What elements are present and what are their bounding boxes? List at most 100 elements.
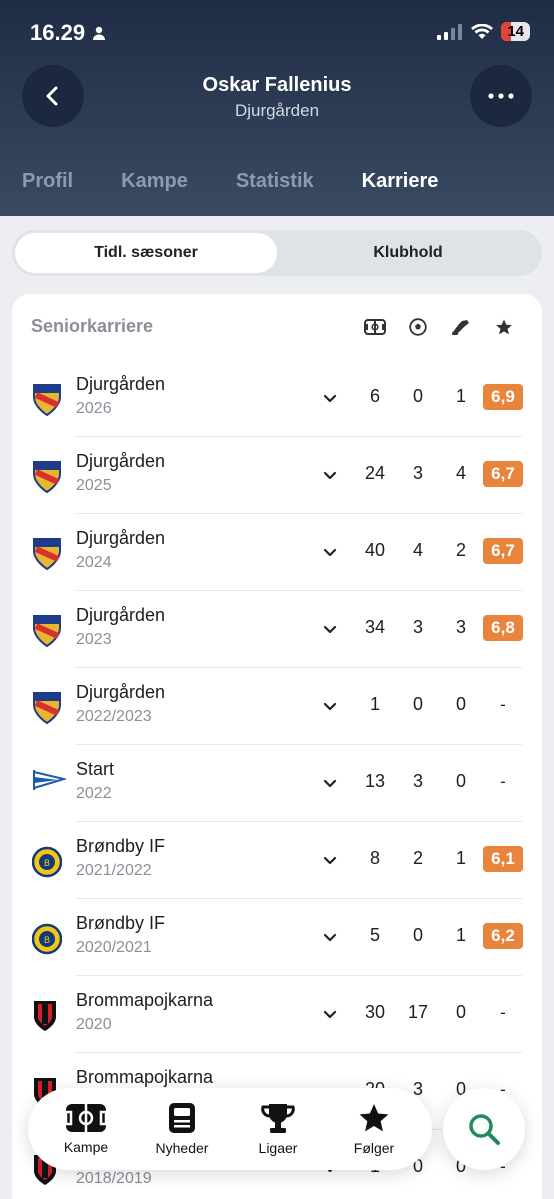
assists-value: 1 bbox=[455, 925, 466, 945]
matches-value: 30 bbox=[364, 1002, 386, 1022]
goals-value: 0 bbox=[412, 694, 423, 714]
goals-value: 3 bbox=[412, 617, 423, 637]
matches-value: 34 bbox=[364, 617, 386, 637]
career-row[interactable]: B Brøndby IF 2021/2022 8 2 1 6,1 bbox=[12, 822, 542, 899]
more-button[interactable] bbox=[470, 65, 532, 127]
assists-value: 0 bbox=[455, 1002, 466, 1022]
assists-value: 4 bbox=[455, 463, 466, 483]
tab-statistik[interactable]: Statistik bbox=[236, 170, 314, 193]
season: 2026 bbox=[76, 400, 112, 417]
club-name: Brommapojkarna bbox=[76, 990, 214, 1010]
season: 2021/2022 bbox=[76, 862, 152, 879]
matches-value: 40 bbox=[364, 540, 386, 560]
matches-value: 6 bbox=[369, 386, 380, 406]
club-crest-icon bbox=[32, 999, 62, 1033]
tab-profil[interactable]: Profil bbox=[22, 170, 73, 193]
assists-value: 0 bbox=[455, 694, 466, 714]
assists-value: 1 bbox=[455, 848, 466, 868]
club-crest-icon: B bbox=[31, 845, 63, 879]
assists-value: 3 bbox=[455, 617, 466, 637]
person-icon bbox=[93, 26, 106, 40]
career-row[interactable]: Djurgården 2025 24 3 4 6,7 bbox=[12, 437, 542, 514]
segment-previous-seasons[interactable]: Tidl. sæsoner bbox=[15, 233, 277, 273]
club-crest-icon bbox=[32, 768, 68, 802]
nav-nyheder[interactable]: Nyheder bbox=[137, 1102, 227, 1156]
wifi-icon bbox=[471, 23, 494, 39]
season: 2020 bbox=[76, 1016, 112, 1033]
status-indicators: 14 bbox=[437, 22, 530, 41]
chevron-down-icon[interactable] bbox=[322, 775, 338, 791]
club-name: Djurgården bbox=[76, 528, 166, 548]
nav-label: Nyheder bbox=[155, 1140, 209, 1156]
rating-badge: 6,7 bbox=[483, 461, 523, 487]
clock: 16.29 bbox=[30, 20, 86, 45]
rating-star-icon bbox=[492, 316, 516, 338]
profile-tabs: Profil Kampe Statistik Karriere bbox=[22, 170, 486, 193]
career-row[interactable]: Djurgården 2022/2023 1 0 0 - bbox=[12, 668, 542, 745]
career-row[interactable]: Djurgården 2023 34 3 3 6,8 bbox=[12, 591, 542, 668]
status-time: 16.29 bbox=[30, 20, 107, 46]
goals-value: 0 bbox=[412, 925, 423, 945]
nav-label: Kampe bbox=[63, 1139, 109, 1155]
rating-badge: 6,2 bbox=[483, 923, 523, 949]
pitch-icon bbox=[65, 1104, 107, 1132]
matches-value: 24 bbox=[364, 463, 386, 483]
club-crest-icon bbox=[32, 383, 62, 417]
chevron-down-icon[interactable] bbox=[322, 544, 338, 560]
chevron-down-icon[interactable] bbox=[322, 698, 338, 714]
career-row[interactable]: Brommapojkarna 2020 30 17 0 - bbox=[12, 976, 542, 1053]
club-crest-icon: B bbox=[31, 922, 63, 956]
club-name: Brøndby IF bbox=[76, 913, 166, 933]
matches-value: 5 bbox=[369, 925, 380, 945]
season: 2025 bbox=[76, 477, 112, 494]
section-title: Seniorkarriere bbox=[31, 316, 154, 336]
matches-icon bbox=[363, 316, 387, 338]
goals-icon bbox=[406, 316, 430, 338]
rating-badge: 6,8 bbox=[483, 615, 523, 641]
club-crest-icon bbox=[32, 537, 62, 571]
tab-karriere[interactable]: Karriere bbox=[362, 170, 439, 193]
club-name: Brommapojkarna bbox=[76, 1067, 214, 1087]
career-row[interactable]: Djurgården 2026 6 0 1 6,9 bbox=[12, 360, 542, 437]
search-button[interactable] bbox=[443, 1088, 525, 1170]
nav-folger[interactable]: Følger bbox=[329, 1102, 419, 1156]
segment-club-teams[interactable]: Klubhold bbox=[277, 233, 539, 273]
nav-ligaer[interactable]: Ligaer bbox=[233, 1102, 323, 1156]
chevron-down-icon[interactable] bbox=[322, 1006, 338, 1022]
season: 2024 bbox=[76, 554, 112, 571]
svg-text:B: B bbox=[44, 936, 50, 946]
chevron-down-icon[interactable] bbox=[322, 621, 338, 637]
rating-badge: - bbox=[500, 1003, 506, 1022]
season: 2023 bbox=[76, 631, 112, 648]
nav-label: Ligaer bbox=[258, 1140, 298, 1156]
career-row[interactable]: Start 2022 13 3 0 - bbox=[12, 745, 542, 822]
star-icon bbox=[359, 1104, 389, 1132]
chevron-down-icon[interactable] bbox=[322, 852, 338, 868]
nav-label: Følger bbox=[353, 1140, 395, 1156]
club-crest-icon bbox=[32, 691, 62, 725]
goals-value: 2 bbox=[412, 848, 423, 868]
goals-value: 3 bbox=[412, 463, 423, 483]
bottom-navigation: Kampe Nyheder Ligaer Følger bbox=[28, 1088, 432, 1170]
trophy-icon bbox=[261, 1104, 295, 1133]
career-row[interactable]: Djurgården 2024 40 4 2 6,7 bbox=[12, 514, 542, 591]
club-name: Brøndby IF bbox=[76, 836, 166, 856]
goals-value: 4 bbox=[412, 540, 423, 560]
career-row[interactable]: B Brøndby IF 2020/2021 5 0 1 6,2 bbox=[12, 899, 542, 976]
more-dots-icon bbox=[488, 93, 514, 99]
assists-icon bbox=[449, 316, 473, 338]
goals-value: 17 bbox=[407, 1002, 429, 1022]
club-crest-icon bbox=[32, 460, 62, 494]
tab-kampe[interactable]: Kampe bbox=[121, 170, 188, 193]
matches-value: 1 bbox=[369, 694, 380, 714]
club-name: Djurgården bbox=[76, 605, 166, 625]
chevron-down-icon[interactable] bbox=[322, 390, 338, 406]
assists-value: 2 bbox=[455, 540, 466, 560]
nav-kampe[interactable]: Kampe bbox=[41, 1103, 131, 1155]
rating-badge: 6,1 bbox=[483, 846, 523, 872]
assists-value: 1 bbox=[455, 386, 466, 406]
chevron-down-icon[interactable] bbox=[322, 929, 338, 945]
matches-value: 8 bbox=[369, 848, 380, 868]
chevron-down-icon[interactable] bbox=[322, 467, 338, 483]
news-icon bbox=[169, 1103, 195, 1133]
